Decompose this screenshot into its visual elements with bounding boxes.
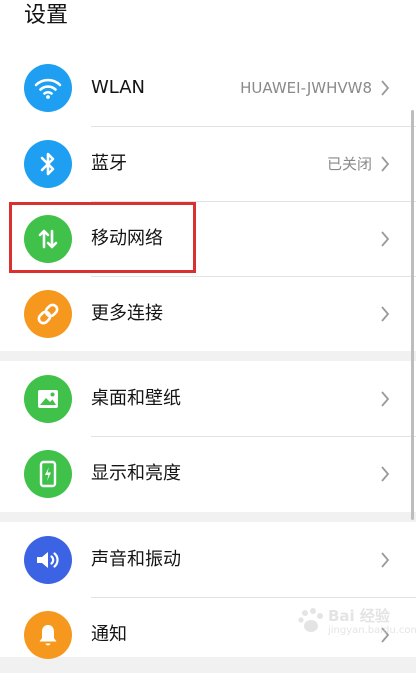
chevron-right-icon <box>381 466 390 482</box>
settings-item-bluetooth[interactable]: 蓝牙 已关闭 <box>0 126 416 202</box>
image-icon <box>24 375 72 423</box>
settings-item-label: 显示和亮度 <box>91 463 181 484</box>
settings-item-label: 通知 <box>91 624 127 645</box>
bluetooth-icon <box>24 140 72 188</box>
paw-icon <box>298 608 323 632</box>
chevron-right-icon <box>381 231 390 247</box>
wifi-icon <box>24 64 72 112</box>
phone-brightness-icon <box>24 450 72 498</box>
settings-item-label: 蓝牙 <box>91 153 127 174</box>
watermark-text: Bai 经验 <box>328 607 390 625</box>
highlight-box <box>9 202 196 273</box>
chevron-right-icon <box>381 80 390 96</box>
link-icon <box>24 290 72 338</box>
bluetooth-status: 已关闭 <box>326 155 372 173</box>
chevron-right-icon <box>381 552 390 568</box>
settings-item-display-brightness[interactable]: 显示和亮度 <box>0 436 416 512</box>
settings-item-more-connections[interactable]: 更多连接 <box>0 276 416 352</box>
scrollbar[interactable] <box>411 110 414 520</box>
settings-item-wallpaper[interactable]: 桌面和壁纸 <box>0 361 416 437</box>
chevron-right-icon <box>381 306 390 322</box>
chevron-right-icon <box>381 156 390 172</box>
display-group: 桌面和壁纸 显示和亮度 <box>0 361 416 512</box>
connectivity-group: WLAN HUAWEI-JWHVW8 蓝牙 已关闭 移动网络 更多连接 <box>0 48 416 351</box>
settings-item-sound[interactable]: 声音和振动 <box>0 522 416 598</box>
header: 设置 <box>0 0 416 48</box>
settings-item-label: 声音和振动 <box>91 549 181 570</box>
watermark-url: jingyan.baidu.com <box>328 625 416 636</box>
settings-item-wlan[interactable]: WLAN HUAWEI-JWHVW8 <box>0 50 416 126</box>
bell-icon <box>24 611 72 659</box>
speaker-icon <box>24 536 72 584</box>
chevron-right-icon <box>381 391 390 407</box>
settings-item-label: 更多连接 <box>91 303 163 324</box>
wlan-network-name: HUAWEI-JWHVW8 <box>240 79 372 97</box>
baidu-watermark: Bai 经验 jingyan.baidu.com <box>298 603 416 643</box>
page-title: 设置 <box>24 3 69 28</box>
settings-item-label: WLAN <box>91 77 146 98</box>
settings-item-label: 桌面和壁纸 <box>91 388 181 409</box>
